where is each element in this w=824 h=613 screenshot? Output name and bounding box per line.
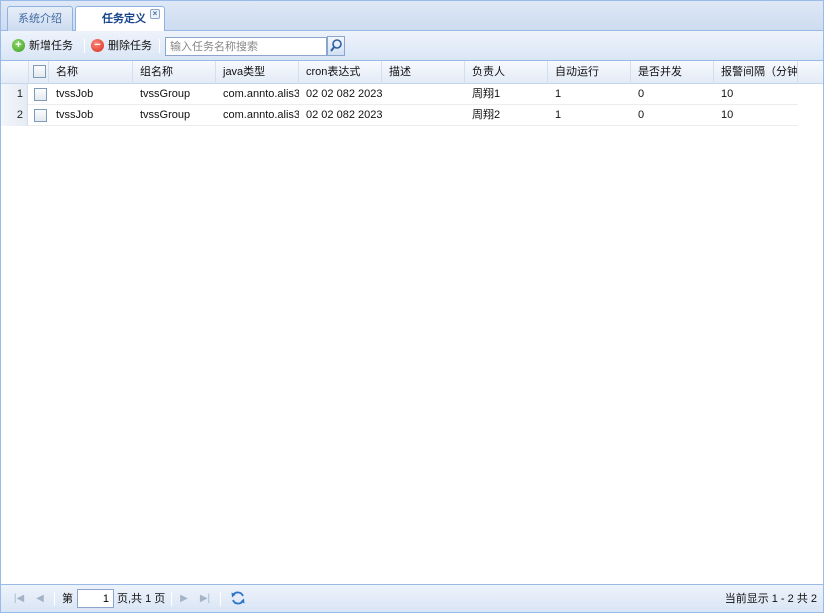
last-page-icon[interactable]: ▶| — [199, 593, 211, 605]
toolbar: + 新增任务 − 删除任务 — [1, 31, 823, 61]
delete-icon: − — [91, 39, 104, 52]
column-header-description[interactable]: 描述 — [382, 61, 465, 84]
grid-header: 名称 组名称 java类型 cron表达式 描述 负责人 自动运行 是否并发 报… — [1, 61, 823, 84]
page-number-input[interactable] — [77, 589, 114, 608]
cell-alarm-interval: 10 — [721, 88, 734, 100]
cell-java-type: com.annto.alis3 — [223, 88, 299, 100]
cell-owner: 周翔1 — [472, 88, 501, 100]
tab-label: 系统介绍 — [18, 13, 62, 25]
pager-separator — [171, 592, 172, 606]
cell-cron: 02 02 082 2023 — [306, 88, 382, 100]
next-page-icon[interactable]: ▶ — [178, 593, 190, 605]
column-header-alarm-interval[interactable]: 报警间隔（分钟 — [714, 61, 798, 84]
cell-alarm-interval: 10 — [721, 109, 734, 121]
first-page-icon[interactable]: |◀ — [13, 593, 25, 605]
cell-name: tvssJob — [56, 88, 94, 100]
cell-java-type: com.annto.alis3 — [223, 109, 299, 121]
close-icon[interactable]: × — [150, 9, 160, 19]
column-header-auto-run[interactable]: 自动运行 — [548, 61, 631, 84]
column-header-name[interactable]: 名称 — [49, 61, 133, 84]
column-header-owner[interactable]: 负责人 — [465, 61, 548, 84]
table-row[interactable]: 1 tvssJob tvssGroup com.annto.alis3 02 0… — [1, 84, 798, 105]
row-checkbox[interactable] — [34, 88, 47, 101]
add-icon: + — [12, 39, 25, 52]
column-header-cron[interactable]: cron表达式 — [299, 61, 382, 84]
cell-auto-run: 1 — [555, 88, 562, 100]
page-total: 页,共 1 页 — [117, 593, 166, 605]
grid-body: 1 tvssJob tvssGroup com.annto.alis3 02 0… — [1, 84, 823, 582]
row-number: 1 — [1, 84, 28, 105]
cell-owner: 周翔2 — [472, 109, 501, 121]
select-all-checkbox[interactable] — [33, 65, 46, 78]
column-header-concurrent[interactable]: 是否并发 — [631, 61, 714, 84]
cell-name: tvssJob — [56, 109, 94, 121]
add-task-button[interactable]: + 新增任务 — [12, 38, 82, 54]
cell-concurrent: 0 — [638, 109, 645, 121]
delete-task-button[interactable]: − 删除任务 — [91, 38, 161, 54]
row-number-header — [1, 61, 29, 84]
pager-separator — [54, 592, 55, 606]
select-all-cell — [29, 61, 49, 84]
table-row[interactable]: 2 tvssJob tvssGroup com.annto.alis3 02 0… — [1, 105, 798, 126]
cell-description — [382, 84, 465, 105]
cell-concurrent: 0 — [638, 88, 645, 100]
cell-group: tvssGroup — [140, 109, 191, 121]
toolbar-separator — [84, 39, 85, 53]
cell-cron: 02 02 082 2023 — [306, 109, 382, 121]
cell-auto-run: 1 — [555, 109, 562, 121]
row-checkbox[interactable] — [34, 109, 47, 122]
refresh-icon[interactable] — [230, 590, 246, 606]
paging-toolbar: |◀ ◀ 第 页,共 1 页 ▶ ▶| 当前显示 1 - 2 共 2 — [1, 584, 823, 612]
tab-bar: 系统介绍 任务定义 × — [0, 0, 824, 33]
cell-description — [382, 105, 465, 126]
pager-separator — [220, 592, 221, 606]
tab-label: 任务定义 — [102, 13, 146, 25]
column-header-java-type[interactable]: java类型 — [216, 61, 299, 84]
column-header-group[interactable]: 组名称 — [133, 61, 216, 84]
cell-group: tvssGroup — [140, 88, 191, 100]
search-button[interactable] — [327, 36, 345, 56]
display-status: 当前显示 1 - 2 共 2 — [724, 593, 817, 605]
search-input[interactable] — [165, 37, 327, 56]
tab-system-intro[interactable]: 系统介绍 — [7, 6, 73, 32]
row-number: 2 — [1, 105, 28, 126]
toolbar-separator — [159, 39, 160, 53]
page-prefix: 第 — [62, 593, 73, 605]
tab-task-definition[interactable]: 任务定义 × — [75, 6, 165, 33]
search-icon — [330, 39, 342, 52]
prev-page-icon[interactable]: ◀ — [34, 593, 46, 605]
